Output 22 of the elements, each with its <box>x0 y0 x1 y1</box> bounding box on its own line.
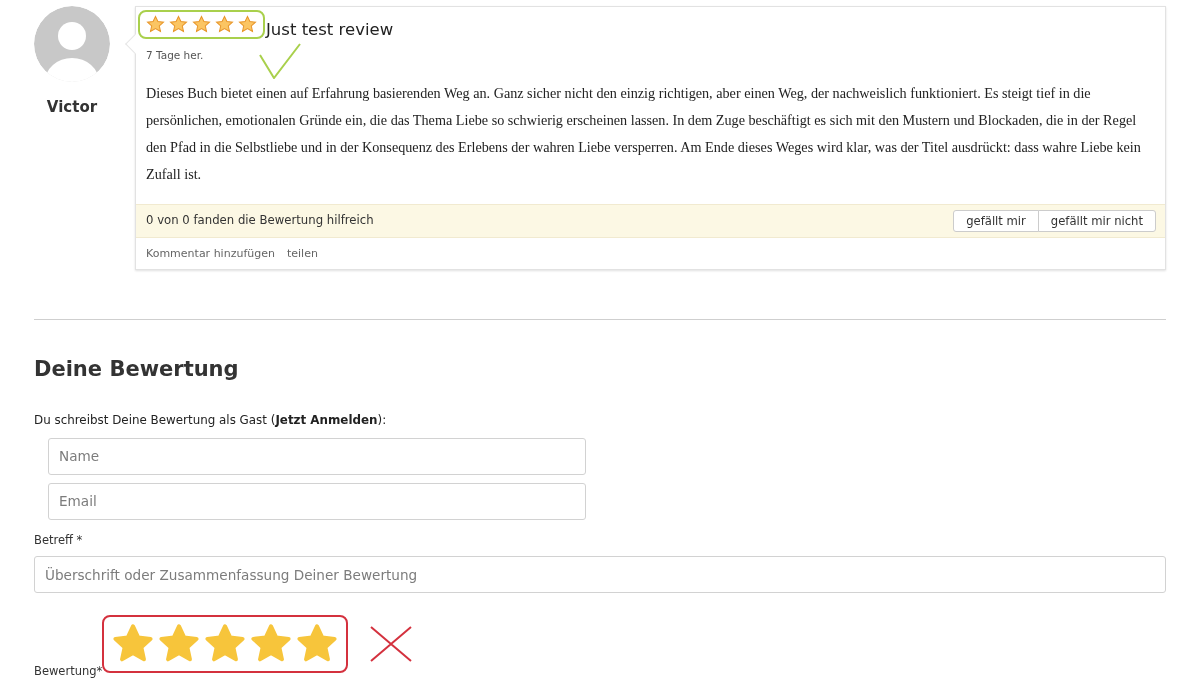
input-field[interactable]: Name <box>48 437 586 475</box>
vote-button[interactable]: gefällt mir nicht <box>1037 209 1156 232</box>
review-date: 7 Tage her. <box>146 48 205 63</box>
user-avatar-icon <box>34 6 110 82</box>
star-icon <box>169 15 188 34</box>
star-icon <box>146 15 165 34</box>
review-text: Dieses Buch bietet einen auf Erfahrung basierenden Weg an. Ganz sicher nicht den einzig richtigen, aber einen Weg, der nachweislich funktioniert. Es steigt tief in die persönlichen, emotionalen Gründe ein, die das Thema Liebe so schwierig erscheinen lassen. In dem Zuge beschäftigt es sich mit den Mustern und Blockaden, die in der Regel den Pfad in die Selbstliebe und in der Konsequenz des Erlebens der wahren Liebe versperren. Am Ende dieses Weges wird klar, was der Titel ausdrückt: dass wahre Liebe kein Zufall ist. <box>145 83 1142 184</box>
action-link[interactable]: Kommentar hinzufügen <box>146 245 275 262</box>
input-field[interactable]: Email <box>48 482 586 520</box>
input-field[interactable]: Überschrift oder Zusammenfassung Deiner Bewertung <box>34 556 1166 594</box>
author-name: Victor <box>45 97 99 118</box>
star-icon <box>192 15 211 34</box>
helpful-count: 0 von 0 fanden die Bewertung hilfreich <box>146 211 374 229</box>
review-title: Just test review <box>266 19 394 39</box>
action-link[interactable]: teilen <box>286 245 318 262</box>
star-icon <box>238 15 257 34</box>
star-icon <box>215 15 234 34</box>
field-label: Bewertung* <box>34 665 103 678</box>
field-label: Betreff * <box>34 531 84 549</box>
section-heading: Deine Bewertung <box>34 356 240 382</box>
guest-note: Du schreibst Deine Bewertung als Gast (Jetzt Anmelden): <box>34 411 388 429</box>
vote-button[interactable]: gefällt mir <box>953 209 1039 232</box>
